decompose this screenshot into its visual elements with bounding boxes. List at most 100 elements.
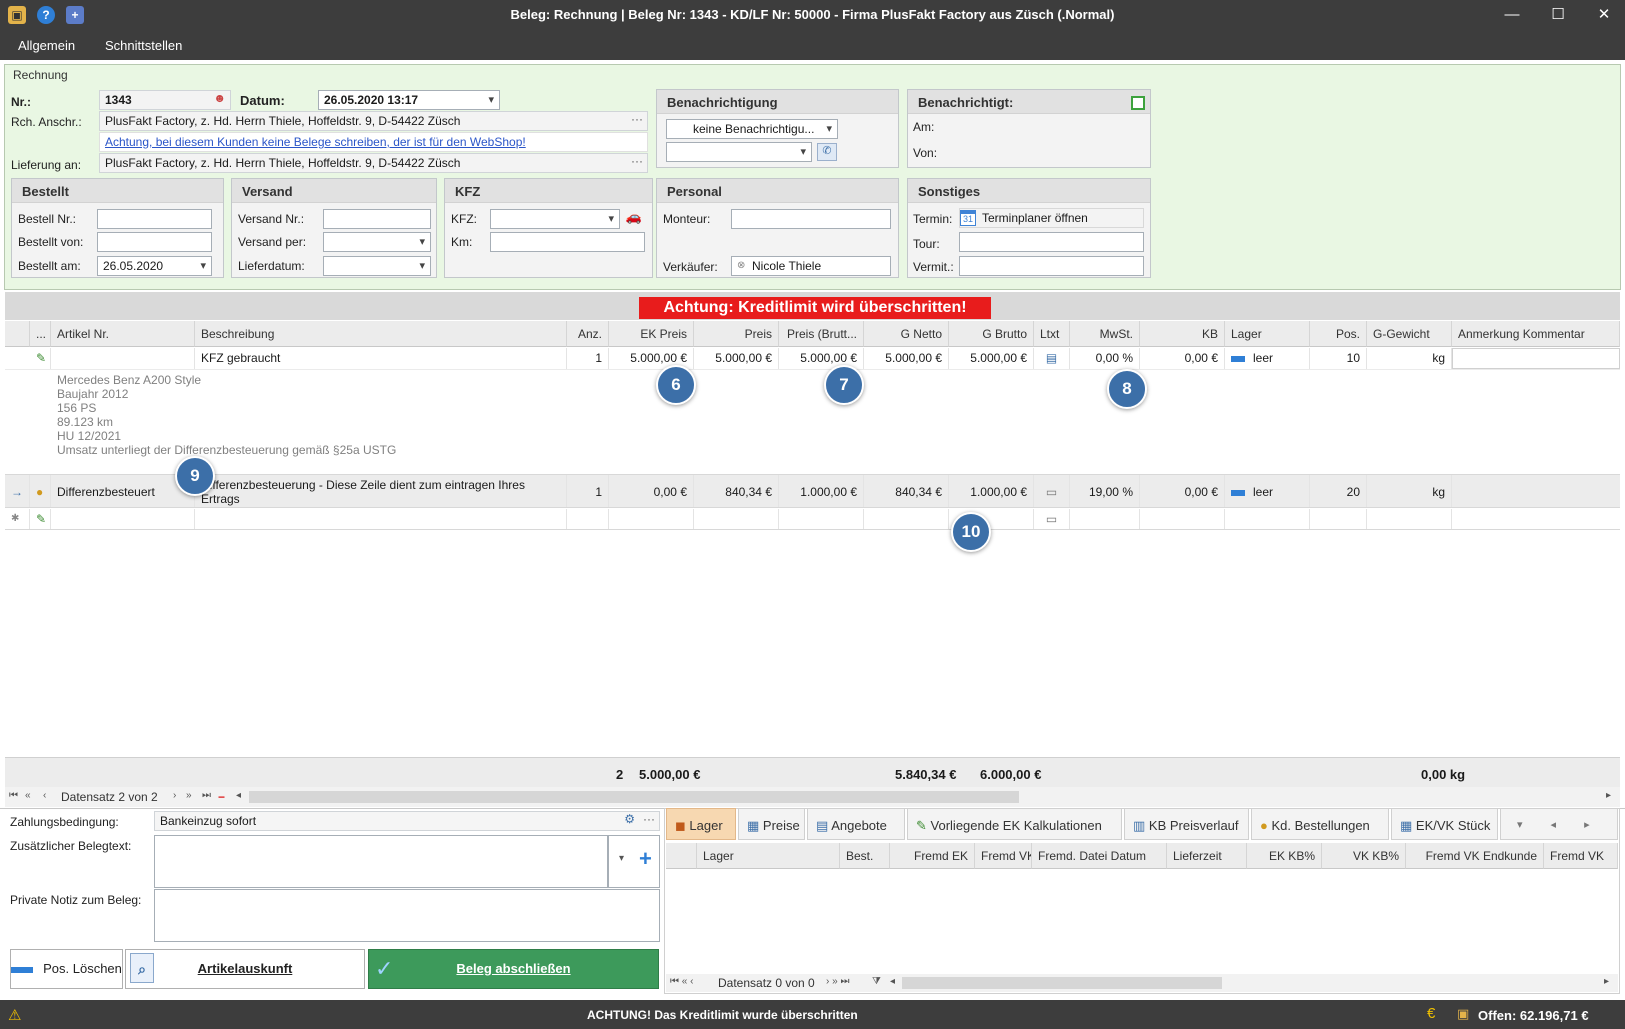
verkaeufer-input[interactable]: Nicole Thiele <box>731 256 891 276</box>
menu-allgemein[interactable]: Allgemein <box>18 38 75 53</box>
close-icon[interactable]: ✕ <box>1581 0 1625 30</box>
nav-delete-icon[interactable]: − <box>218 790 225 804</box>
monteur-input[interactable] <box>731 209 891 229</box>
filter-icon[interactable]: ⧩ <box>872 976 881 987</box>
cell-lager[interactable] <box>1225 509 1310 529</box>
car-icon[interactable]: 🚗 <box>623 209 645 229</box>
lieferdatum-input[interactable] <box>323 256 431 276</box>
maximize-icon[interactable]: ☐ <box>1535 0 1581 30</box>
clear-icon[interactable]: ⊗ <box>737 260 745 271</box>
terminplaner-button[interactable]: Terminplaner öffnen <box>959 208 1144 228</box>
cell-pos[interactable]: 20 <box>1310 475 1367 507</box>
col-mwst[interactable]: MwSt. <box>1070 321 1140 347</box>
cell-lager[interactable]: leer <box>1225 348 1310 369</box>
col-preis[interactable]: Preis <box>694 321 779 347</box>
datum-field[interactable]: 26.05.2020 13:17 <box>318 90 500 110</box>
benachrichtigt-checkbox[interactable] <box>1131 96 1145 110</box>
cell-kb[interactable] <box>1140 509 1225 529</box>
artikelauskunft-button[interactable]: ⌕ Artikelauskunft <box>125 949 365 989</box>
cell-beschreibung[interactable]: KFZ gebraucht <box>195 348 567 369</box>
subnav-next-icon[interactable]: › » ⏭ <box>826 976 849 987</box>
zusatz-textarea[interactable] <box>154 835 608 888</box>
tab-next-icon[interactable]: ▸ <box>1584 819 1590 831</box>
col-ek-preis[interactable]: EK Preis <box>609 321 694 347</box>
longtext-icon[interactable]: ▭ <box>1034 475 1070 507</box>
notiz-textarea[interactable] <box>154 889 660 942</box>
cell-g-netto[interactable] <box>864 509 949 529</box>
col-kb[interactable]: KB <box>1140 321 1225 347</box>
tab-list-icon[interactable]: ▾ <box>1517 819 1523 831</box>
zahlung-field[interactable]: Bankeinzug sofort ⚙ ··· <box>154 811 660 831</box>
col-preis-brutto[interactable]: Preis (Brutt... <box>779 321 864 347</box>
subcol-ek-kb[interactable]: EK KB% <box>1247 843 1322 869</box>
cell-preis[interactable] <box>694 509 779 529</box>
subcol-fremd-vk-endkunde[interactable]: Fremd VK Endkunde <box>1406 843 1544 869</box>
longtext-icon[interactable]: ▭ <box>1034 509 1070 529</box>
cell-gewicht[interactable] <box>1367 509 1452 529</box>
bestellt-am-input[interactable]: 26.05.2020 <box>97 256 212 276</box>
table-row[interactable]: → ● Differenzbesteuert Differenzbesteuer… <box>5 474 1620 508</box>
cell-gewicht[interactable]: kg <box>1367 348 1452 369</box>
cell-artikel[interactable]: Differenzbesteuert <box>51 475 195 507</box>
col-beschreibung[interactable]: Beschreibung <box>195 321 567 347</box>
col-dots[interactable]: ... <box>30 321 51 347</box>
tab-ekvk-stueck[interactable]: ▦ EK/VK Stück <box>1391 808 1498 840</box>
phone-icon[interactable]: ✆ <box>817 143 837 161</box>
rch-anschr-field[interactable]: PlusFakt Factory, z. Hd. Herrn Thiele, H… <box>99 111 648 131</box>
subcol-vk-kb[interactable]: VK KB% <box>1322 843 1406 869</box>
cell-g-brutto[interactable]: 5.000,00 € <box>949 348 1034 369</box>
col-pos[interactable]: Pos. <box>1310 321 1367 347</box>
cell-pos[interactable] <box>1310 509 1367 529</box>
nav-next-page-icon[interactable]: » <box>186 790 192 801</box>
col-anmerkung[interactable]: Anmerkung Kommentar <box>1452 321 1620 347</box>
minimize-icon[interactable]: — <box>1489 0 1535 30</box>
km-input[interactable] <box>490 232 645 252</box>
col-g-netto[interactable]: G Netto <box>864 321 949 347</box>
tab-kb-preisverlauf[interactable]: ▥ KB Preisverlauf <box>1124 808 1249 840</box>
col-g-brutto[interactable]: G Brutto <box>949 321 1034 347</box>
subscroll-left-icon[interactable]: ◂ <box>890 976 895 987</box>
subcol-fremd-vk[interactable]: Fremd VK <box>975 843 1032 869</box>
benachrichtigung-second-select[interactable] <box>666 142 812 162</box>
lieferung-more-icon[interactable]: ··· <box>631 154 643 168</box>
benachrichtigung-select[interactable]: keine Benachrichtigu... <box>666 119 838 139</box>
nr-field[interactable]: 1343 ☻ <box>99 90 231 110</box>
subgrid-scrollbar[interactable] <box>902 977 1222 989</box>
vermit-input[interactable] <box>959 256 1144 276</box>
longtext-icon[interactable]: ▤ <box>1034 348 1070 369</box>
cell-pos[interactable]: 10 <box>1310 348 1367 369</box>
col-ltxt[interactable]: Ltxt <box>1034 321 1070 347</box>
tab-lager[interactable]: ◼ Lager <box>666 808 736 840</box>
tab-angebote[interactable]: ▤ Angebote <box>807 808 905 840</box>
settings-icon[interactable]: ⚙ <box>624 812 635 826</box>
beleg-abschliessen-button[interactable]: ✓ Beleg abschließen <box>368 949 659 989</box>
horizontal-scrollbar[interactable] <box>249 791 1019 803</box>
versand-per-select[interactable] <box>323 232 431 252</box>
new-row[interactable]: ✱ ✎ ▭ <box>5 509 1620 530</box>
cell-anz[interactable]: 1 <box>567 348 609 369</box>
rch-anschr-more-icon[interactable]: ··· <box>631 112 643 126</box>
cell-g-brutto[interactable]: 1.000,00 € <box>949 475 1034 507</box>
cell-lager[interactable]: leer <box>1225 475 1310 507</box>
cell-beschreibung[interactable]: Differenzbesteuerung - Diese Zeile dient… <box>195 475 567 507</box>
tab-ek-kalkulationen[interactable]: ✎ Vorliegende EK Kalkulationen <box>907 808 1122 840</box>
subnav-first-icon[interactable]: ⏮ « ‹ <box>670 976 693 987</box>
tab-preise[interactable]: ▦ Preise <box>738 808 805 840</box>
cell-g-netto[interactable]: 5.000,00 € <box>864 348 949 369</box>
cell-preis[interactable]: 840,34 € <box>694 475 779 507</box>
cell-artikel[interactable] <box>51 509 195 529</box>
scroll-right-icon[interactable]: ▸ <box>1606 790 1611 801</box>
nav-last-icon[interactable]: ⏭ <box>202 790 211 801</box>
nav-prev-icon[interactable]: ‹ <box>43 790 46 801</box>
scroll-left-icon[interactable]: ◂ <box>236 790 241 801</box>
cell-mwst[interactable]: 19,00 % <box>1070 475 1140 507</box>
cell-kb[interactable]: 0,00 € <box>1140 475 1225 507</box>
col-artikel-nr[interactable]: Artikel Nr. <box>51 321 195 347</box>
col-lager[interactable]: Lager <box>1225 321 1310 347</box>
cell-kb[interactable]: 0,00 € <box>1140 348 1225 369</box>
col-g-gewicht[interactable]: G-Gewicht <box>1367 321 1452 347</box>
cell-anmerkung[interactable] <box>1452 348 1620 369</box>
subcol-best[interactable]: Best. <box>840 843 890 869</box>
zahlung-more-icon[interactable]: ··· <box>643 812 655 826</box>
table-row[interactable]: ✎ KFZ gebraucht 1 5.000,00 € 5.000,00 € … <box>5 348 1620 370</box>
